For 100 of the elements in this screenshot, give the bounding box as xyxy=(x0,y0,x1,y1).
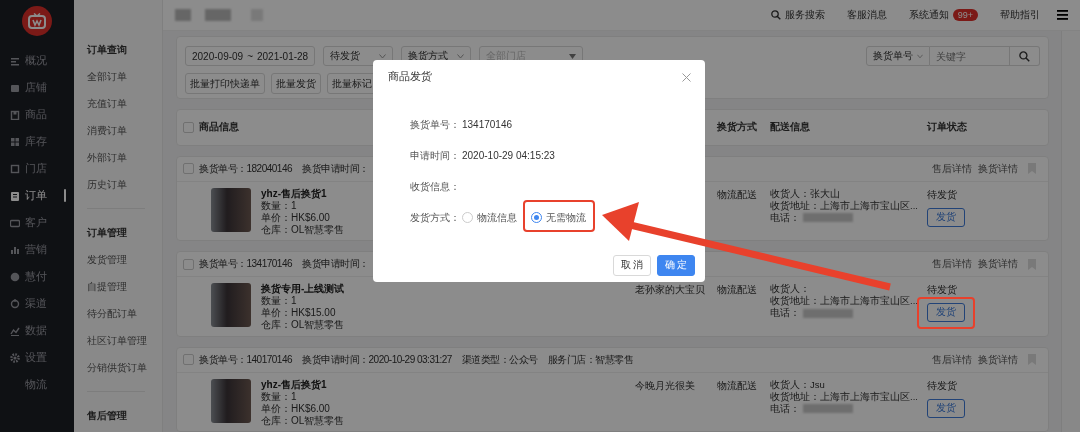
column-header: 订单状态 xyxy=(927,120,968,135)
sidebar-item[interactable]: 渠道 xyxy=(0,290,74,317)
search-button[interactable] xyxy=(1010,46,1040,66)
column-header: 换货方式 xyxy=(717,120,758,135)
order-number: 换货单号：140170146 xyxy=(199,352,293,367)
sidebar-item[interactable]: 数据 xyxy=(0,317,74,344)
card-icon xyxy=(10,217,20,228)
batch-button[interactable]: 批量打印快递单 xyxy=(185,73,265,94)
sidebar-item[interactable]: 商品 xyxy=(0,101,74,128)
nav-item[interactable]: 消费订单 xyxy=(87,117,162,144)
header-link[interactable]: 系统通知 99+ xyxy=(897,8,989,22)
product-warehouse: 仓库：OL智慧零售 xyxy=(261,414,345,427)
field-label: 换货单号： xyxy=(410,117,460,132)
header-link[interactable]: 客服消息 xyxy=(835,8,898,22)
apply-time: 换货申请时间： xyxy=(302,257,369,272)
product-warehouse: 仓库：OL智慧零售 xyxy=(261,223,345,236)
bar-chart-icon xyxy=(10,244,20,255)
date-range-field[interactable]: 2020-09-09 ~ 2021-01-28 xyxy=(185,46,315,66)
phone-label: 电话： xyxy=(770,307,800,320)
detail-link[interactable]: 换货详情 xyxy=(978,352,1018,367)
sidebar-item[interactable]: 库存 xyxy=(0,128,74,155)
radio-button[interactable] xyxy=(462,212,473,223)
checkbox[interactable] xyxy=(183,163,194,175)
redacted-block xyxy=(803,213,853,223)
search-icon xyxy=(1019,50,1030,62)
sidebar-item[interactable]: 设置 xyxy=(0,344,74,371)
photo-placeholder xyxy=(211,187,251,232)
search-type-dropdown[interactable]: 换货单号 xyxy=(866,46,930,66)
sidebar-label: 订单 xyxy=(25,188,47,203)
detail-link[interactable]: 售后详情 xyxy=(932,257,972,272)
menu-icon[interactable] xyxy=(1057,10,1068,20)
sidebar-item[interactable]: 物流 xyxy=(0,371,74,398)
caret-icon xyxy=(379,53,386,59)
order-number: 换货单号：134170146 xyxy=(199,257,293,272)
radio-option[interactable]: 物流信息 xyxy=(462,210,517,225)
order-status: 待发货 xyxy=(927,283,957,298)
header-link-label: 客服消息 xyxy=(846,8,887,22)
exchange-method: 物流配送 xyxy=(717,283,758,298)
photo-placeholder xyxy=(211,378,251,423)
search-field[interactable]: 关键字 xyxy=(930,46,1010,66)
header-link-label: 服务搜索 xyxy=(784,8,825,22)
detail-link[interactable]: 换货详情 xyxy=(978,257,1018,272)
caret-icon xyxy=(457,53,464,59)
checkbox[interactable] xyxy=(183,121,194,133)
batch-button[interactable]: 批量发货 xyxy=(271,73,321,94)
ship-button[interactable]: 发货 xyxy=(927,207,965,227)
redacted-block xyxy=(803,308,853,318)
status-dropdown[interactable]: 待发货 xyxy=(323,46,393,66)
sidebar-item[interactable]: 概况 xyxy=(0,47,74,74)
checkbox[interactable] xyxy=(183,258,194,270)
exchange-method: 物流配送 xyxy=(717,378,758,393)
nav-item[interactable]: 自提管理 xyxy=(87,273,162,300)
sidebar-label: 渠道 xyxy=(25,296,47,311)
cancel-button[interactable]: 取 消 xyxy=(613,255,651,276)
sidebar-item[interactable]: 营销 xyxy=(0,236,74,263)
address: 收货地址：上海市上海市宝山区... xyxy=(770,295,919,307)
nav-item[interactable]: 全部订单 xyxy=(87,63,162,90)
header-link[interactable]: 帮助指引 xyxy=(989,8,1051,22)
nav-item[interactable]: 社区订单管理 xyxy=(87,327,162,354)
nav-item[interactable]: 充值订单 xyxy=(87,90,162,117)
detail-link[interactable]: 售后详情 xyxy=(932,161,972,176)
phone-label: 电话： xyxy=(770,211,800,224)
redacted-block xyxy=(803,404,853,414)
product-quantity: 数量：1 xyxy=(261,390,298,403)
close-icon[interactable] xyxy=(682,72,691,82)
field-label: 发货方式： xyxy=(410,210,460,225)
product-name: yhz-售后换货1 xyxy=(261,378,328,391)
nav-item[interactable]: 外部订单 xyxy=(87,144,162,171)
sidebar-item[interactable]: 慧付 xyxy=(0,263,74,290)
sidebar-label: 门店 xyxy=(25,161,47,176)
sidebar-item[interactable]: 门店 xyxy=(0,155,74,182)
ship-button[interactable]: 发货 xyxy=(927,303,965,323)
nav-item[interactable]: 历史订单 xyxy=(87,171,162,198)
checkbox[interactable] xyxy=(183,354,194,366)
confirm-button[interactable]: 确 定 xyxy=(657,255,695,276)
ship-button[interactable]: 发货 xyxy=(927,398,965,418)
sidebar-label: 慧付 xyxy=(25,269,47,284)
order-number: 换货单号：182040146 xyxy=(199,161,293,176)
caret-icon xyxy=(917,53,923,59)
sidebar-label: 店铺 xyxy=(25,80,47,95)
search-icon xyxy=(770,10,781,20)
radio-button[interactable] xyxy=(531,212,542,223)
consignee: 收货人： xyxy=(770,283,811,295)
dialog-title: 商品发货 xyxy=(388,70,432,84)
sidebar-item[interactable]: 客户 xyxy=(0,209,74,236)
radio-option[interactable]: 无需物流 xyxy=(531,210,586,225)
sidebar-item[interactable]: 订单 xyxy=(0,182,74,209)
nav-item[interactable]: 分销供货订单 xyxy=(87,354,162,381)
sidebar-item[interactable]: 店铺 xyxy=(0,74,74,101)
detail-link[interactable]: 换货详情 xyxy=(978,161,1018,176)
radio-label: 物流信息 xyxy=(477,210,517,225)
sidebar-label: 设置 xyxy=(25,350,47,365)
nav-item[interactable]: 待分配订单 xyxy=(87,300,162,327)
product-quantity: 数量：1 xyxy=(261,295,298,308)
header-link[interactable]: 服务搜索 xyxy=(759,8,836,22)
detail-link[interactable]: 售后详情 xyxy=(932,352,972,367)
apply-time: 换货申请时间： xyxy=(302,161,369,176)
photo-placeholder xyxy=(211,283,251,328)
nav-item[interactable]: 发货管理 xyxy=(87,246,162,273)
field-label: 收货信息： xyxy=(410,179,460,194)
